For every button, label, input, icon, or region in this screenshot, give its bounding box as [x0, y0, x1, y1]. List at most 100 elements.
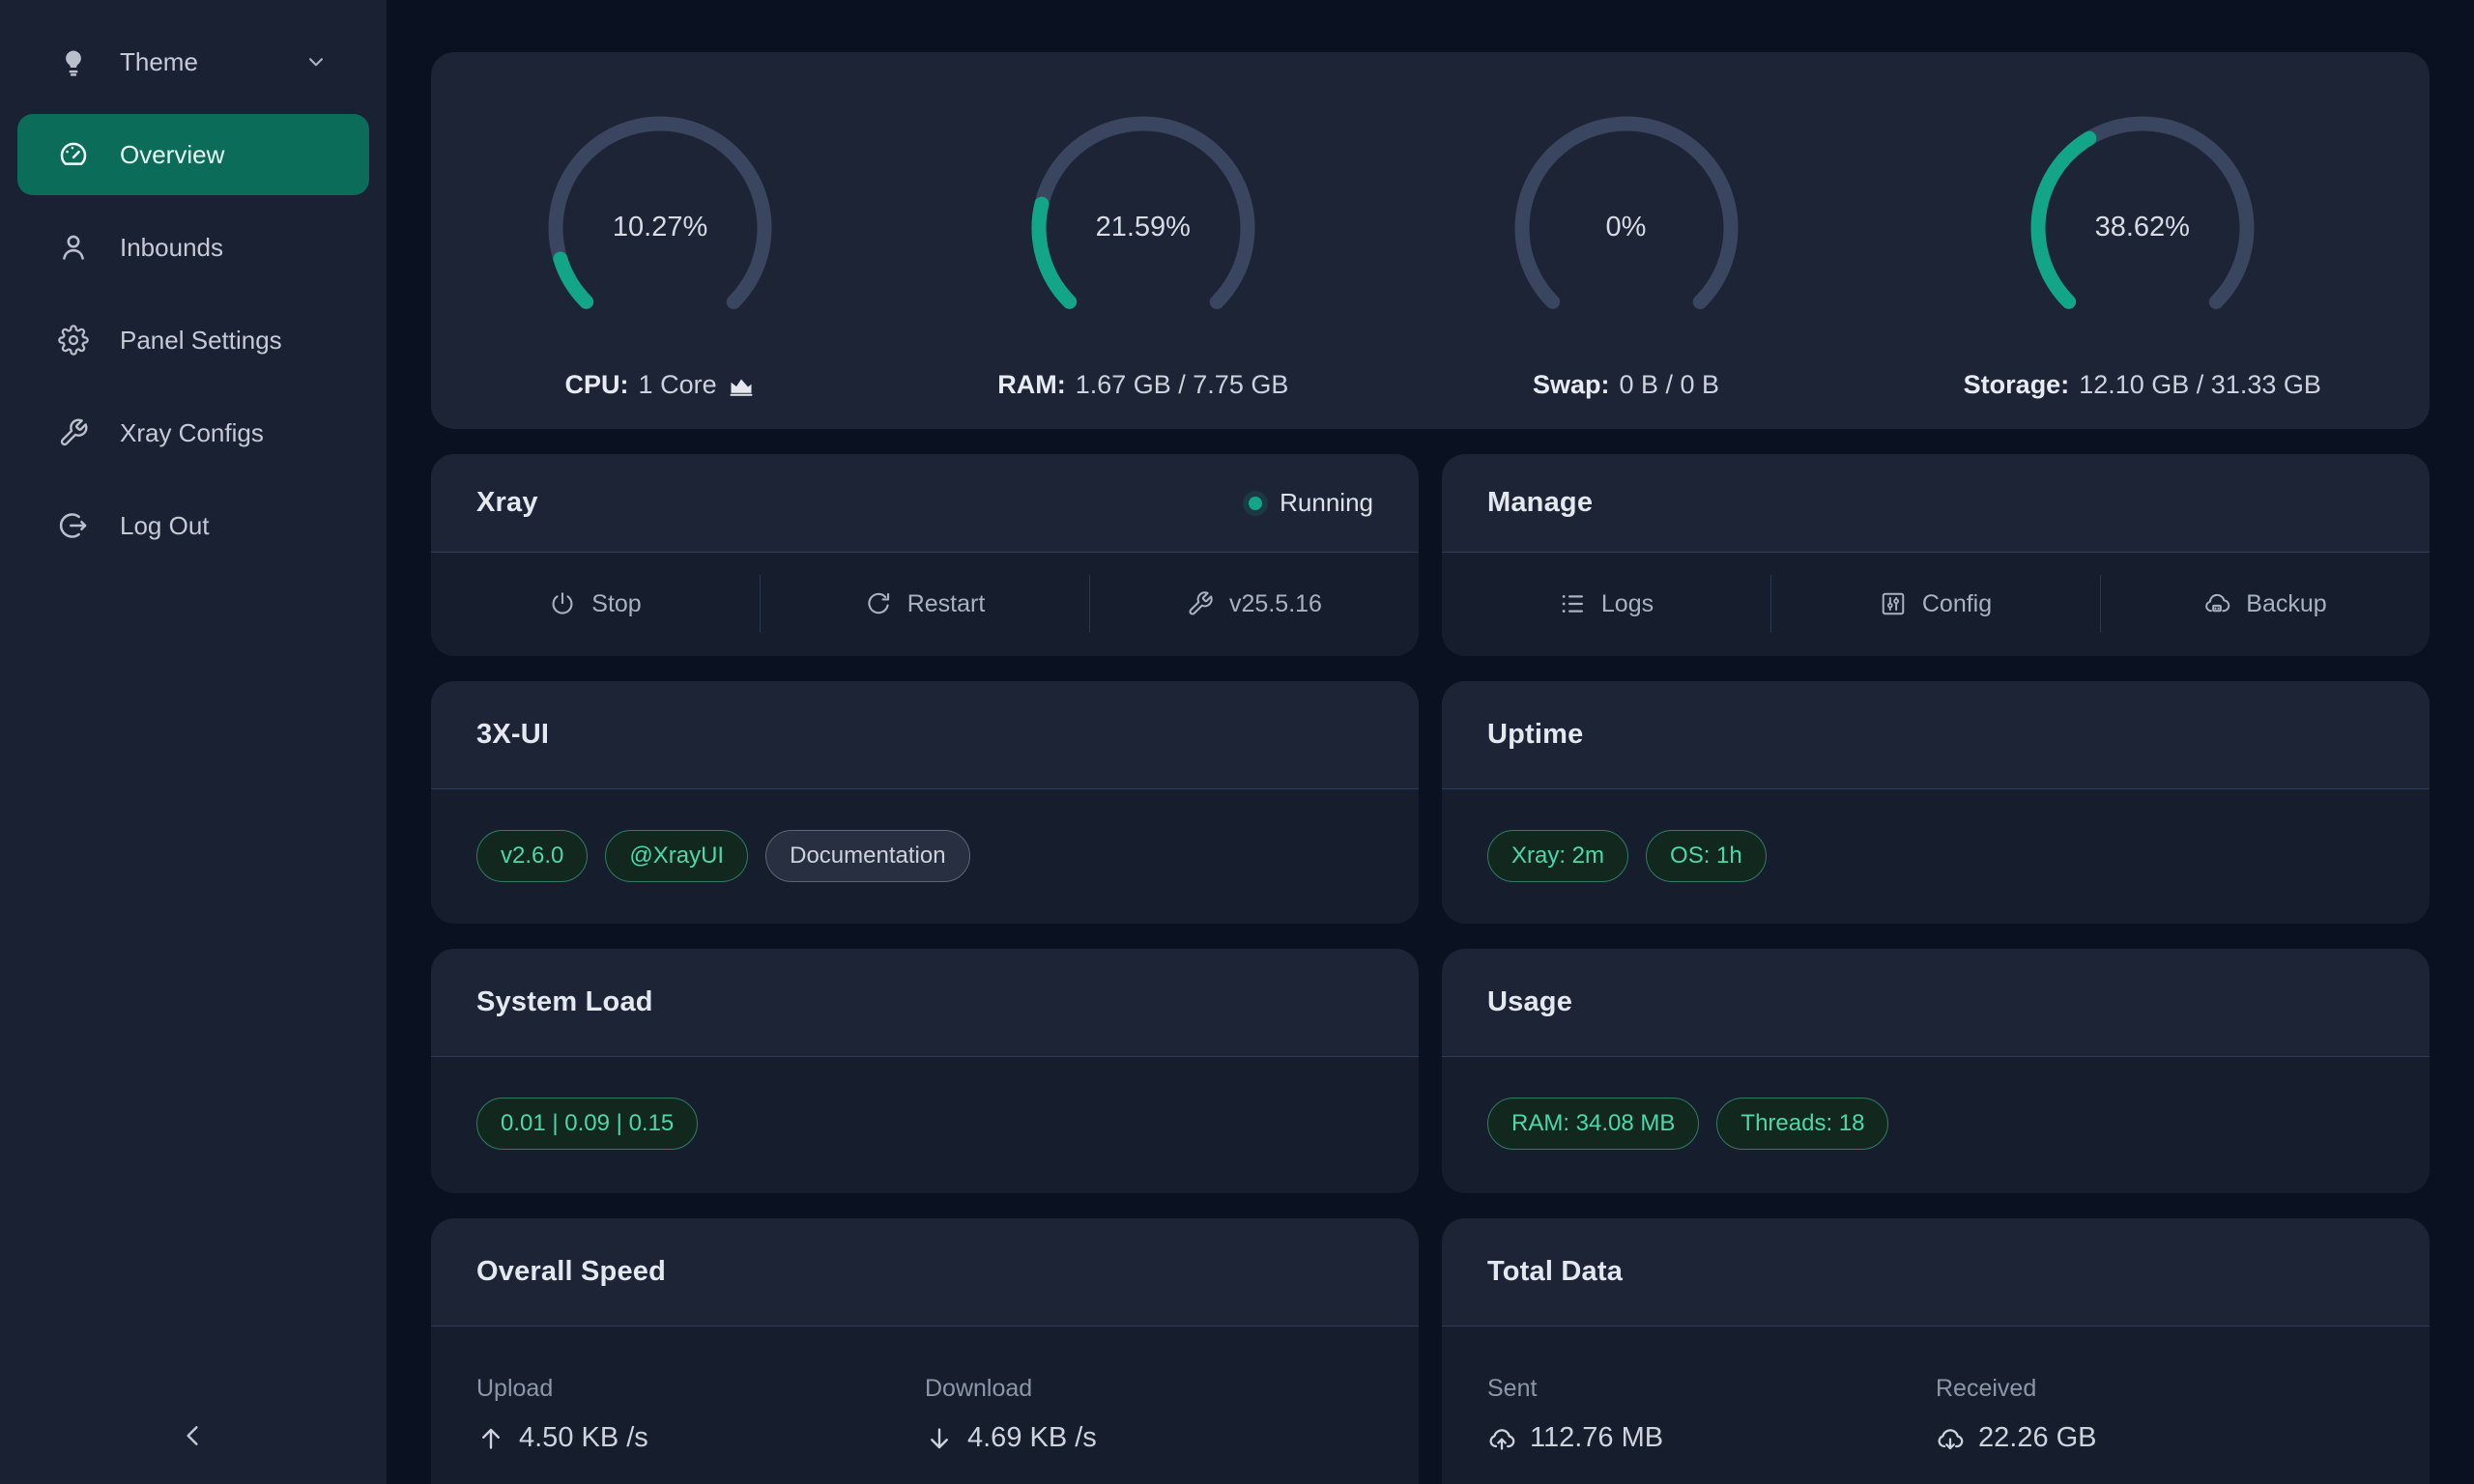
sidebar: Theme Overview Inbounds Panel Settings X…	[0, 0, 387, 1484]
cpu-value: 1 Core	[639, 370, 717, 400]
sidebar-item-panel-settings[interactable]: Panel Settings	[17, 300, 369, 381]
sidebar-item-xray-configs[interactable]: Xray Configs	[17, 392, 369, 473]
download-label: Download	[925, 1375, 1373, 1403]
cpu-label: CPU:	[565, 370, 629, 400]
system-gauges-card: 10.27% CPU: 1 Core 21.59% RAM: 1.67 GB /…	[431, 52, 2430, 429]
config-button-label: Config	[1922, 590, 1992, 618]
sidebar-item-label: Xray Configs	[120, 418, 264, 448]
storage-value: 12.10 GB / 31.33 GB	[2079, 370, 2321, 400]
received-label: Received	[1936, 1375, 2384, 1403]
cloud-server-icon	[2203, 590, 2230, 617]
xray-status-badge: Running	[1249, 488, 1373, 518]
chevron-left-icon	[178, 1420, 209, 1456]
sidebar-item-inbounds[interactable]: Inbounds	[17, 207, 369, 288]
cloud-upload-icon	[1487, 1424, 1516, 1453]
swap-percent: 0%	[1506, 107, 1747, 349]
restart-button[interactable]: Restart	[761, 553, 1089, 655]
logs-button[interactable]: Logs	[1442, 553, 1770, 655]
xui-card: 3X-UI v2.6.0 @XrayUI Documentation	[431, 681, 1419, 924]
sent-value: 112.76 MB	[1530, 1422, 1663, 1454]
os-uptime-tag: OS: 1h	[1646, 830, 1767, 882]
status-dot-icon	[1249, 497, 1262, 510]
sidebar-item-label: Panel Settings	[120, 326, 282, 356]
version-tag[interactable]: v2.6.0	[476, 830, 588, 882]
sidebar-item-log-out[interactable]: Log Out	[17, 485, 369, 566]
chevron-down-icon	[303, 49, 329, 74]
manage-card: Manage Logs Config Backup	[1442, 454, 2430, 656]
system-load-card-title: System Load	[476, 986, 653, 1018]
swap-label: Swap:	[1533, 370, 1610, 400]
ram-value: 1.67 GB / 7.75 GB	[1076, 370, 1289, 400]
power-icon	[549, 590, 576, 617]
uptime-card-title: Uptime	[1487, 719, 1584, 751]
load-average-tag: 0.01 | 0.09 | 0.15	[476, 1098, 698, 1150]
arrow-down-icon	[925, 1424, 954, 1453]
ram-percent: 21.59%	[1022, 107, 1264, 349]
backup-button[interactable]: Backup	[2101, 553, 2430, 655]
usage-card-title: Usage	[1487, 986, 1572, 1018]
control-icon	[1880, 590, 1907, 617]
xray-version-button[interactable]: v25.5.16	[1090, 553, 1419, 655]
overall-speed-card-title: Overall Speed	[476, 1256, 666, 1288]
usage-card: Usage RAM: 34.08 MB Threads: 18	[1442, 949, 2430, 1193]
sidebar-collapse-button[interactable]	[170, 1414, 216, 1461]
sent-stat: Sent 112.76 MB	[1487, 1375, 1936, 1454]
system-load-card: System Load 0.01 | 0.09 | 0.15	[431, 949, 1419, 1193]
cloud-download-icon	[1936, 1424, 1965, 1453]
storage-label: Storage:	[1964, 370, 2070, 400]
lightbulb-icon	[58, 46, 89, 77]
backup-button-label: Backup	[2246, 590, 2326, 618]
swap-value: 0 B / 0 B	[1619, 370, 1719, 400]
list-icon	[1559, 590, 1586, 617]
received-stat: Received 22.26 GB	[1936, 1375, 2384, 1454]
restart-button-label: Restart	[907, 590, 986, 618]
ram-label: RAM:	[997, 370, 1065, 400]
total-data-card-title: Total Data	[1487, 1256, 1623, 1288]
arrow-up-icon	[476, 1424, 505, 1453]
total-data-card: Total Data Sent 112.76 MB Received 22.26…	[1442, 1218, 2430, 1484]
documentation-tag[interactable]: Documentation	[765, 830, 969, 882]
cpu-percent: 10.27%	[539, 107, 781, 349]
ram-gauge: 21.59% RAM: 1.67 GB / 7.75 GB	[997, 107, 1288, 400]
stop-button[interactable]: Stop	[431, 553, 760, 655]
sidebar-item-overview[interactable]: Overview	[17, 114, 369, 195]
config-button[interactable]: Config	[1771, 553, 2100, 655]
uptime-card: Uptime Xray: 2m OS: 1h	[1442, 681, 2430, 924]
dashboard-icon	[58, 139, 89, 170]
threads-tag: Threads: 18	[1716, 1098, 1888, 1150]
storage-percent: 38.62%	[2022, 107, 2263, 349]
xray-status-text: Running	[1280, 488, 1373, 518]
wrench-icon	[1187, 590, 1214, 617]
upload-label: Upload	[476, 1375, 925, 1403]
download-value: 4.69 KB /s	[967, 1422, 1097, 1454]
restart-icon	[865, 590, 892, 617]
xray-card: Xray Running Stop Restart v25.5.16	[431, 454, 1419, 656]
stop-button-label: Stop	[591, 590, 641, 618]
sent-label: Sent	[1487, 1375, 1936, 1403]
sidebar-item-label: Log Out	[120, 511, 210, 541]
logout-icon	[58, 510, 89, 541]
received-value: 22.26 GB	[1978, 1422, 2097, 1454]
manage-card-title: Manage	[1487, 487, 1593, 519]
wrench-icon	[58, 417, 89, 448]
main-content: 10.27% CPU: 1 Core 21.59% RAM: 1.67 GB /…	[431, 52, 2430, 1484]
xray-uptime-tag: Xray: 2m	[1487, 830, 1628, 882]
xray-card-title: Xray	[476, 487, 538, 519]
sidebar-item-label: Theme	[120, 47, 198, 77]
swap-gauge: 0% Swap: 0 B / 0 B	[1506, 107, 1747, 400]
xray-version-label: v25.5.16	[1229, 590, 1322, 618]
xrayui-tag[interactable]: @XrayUI	[605, 830, 748, 882]
sidebar-item-theme[interactable]: Theme	[17, 21, 369, 102]
ram-usage-tag: RAM: 34.08 MB	[1487, 1098, 1699, 1150]
logs-button-label: Logs	[1601, 590, 1654, 618]
upload-value: 4.50 KB /s	[519, 1422, 648, 1454]
user-icon	[58, 232, 89, 263]
download-stat: Download 4.69 KB /s	[925, 1375, 1373, 1454]
overall-speed-card: Overall Speed Upload 4.50 KB /s Download…	[431, 1218, 1419, 1484]
gear-icon	[58, 325, 89, 356]
upload-stat: Upload 4.50 KB /s	[476, 1375, 925, 1454]
xui-card-title: 3X-UI	[476, 719, 549, 751]
sidebar-item-label: Inbounds	[120, 233, 223, 263]
storage-gauge: 38.62% Storage: 12.10 GB / 31.33 GB	[1964, 107, 2321, 400]
area-chart-icon[interactable]	[727, 370, 756, 399]
